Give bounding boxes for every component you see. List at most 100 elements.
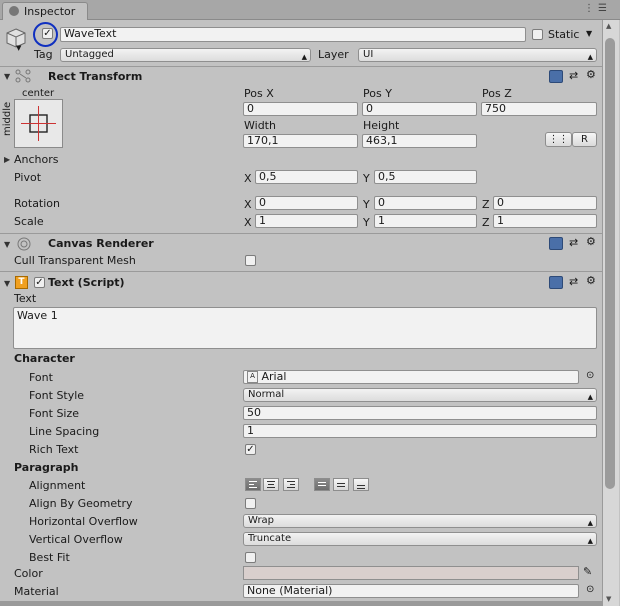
window-menu-icon[interactable]: ☰	[598, 3, 607, 14]
tag-dropdown[interactable]: Untagged ▲	[60, 48, 311, 62]
scale-z-field[interactable]: 1	[493, 214, 597, 228]
text-script-title: Text (Script)	[48, 276, 125, 289]
foldout-arrow-icon[interactable]: ▼	[4, 279, 10, 288]
preset-icon[interactable]: ⇄	[569, 69, 578, 82]
cube-dropdown-icon[interactable]: ▼	[16, 44, 21, 52]
canvas-renderer-title: Canvas Renderer	[48, 237, 154, 250]
font-size-field[interactable]: 50	[243, 406, 597, 420]
tab-inspector[interactable]: Inspector	[2, 2, 88, 20]
chevron-down-icon: ▲	[587, 53, 593, 61]
static-dropdown-icon[interactable]: ▼	[586, 29, 592, 38]
alignment-label: Alignment	[29, 479, 86, 492]
line-spacing-field[interactable]: 1	[243, 424, 597, 438]
align-middle-icon	[337, 483, 345, 489]
text-enabled-checkbox[interactable]: ✓	[34, 277, 45, 288]
align-top-icon	[318, 482, 326, 488]
posx-label: Pos X	[244, 87, 274, 100]
blueprint-icon: ⋮⋮	[548, 134, 569, 145]
help-icon[interactable]	[549, 70, 563, 83]
eyedropper-icon[interactable]: ✎	[583, 565, 592, 578]
object-name-field[interactable]: WaveText	[60, 27, 526, 42]
scale-z-label: Z	[482, 216, 490, 229]
align-bottom-icon	[357, 485, 365, 491]
object-picker-icon[interactable]: ⊙	[586, 370, 594, 381]
scale-x-field[interactable]: 1	[255, 214, 358, 228]
width-field[interactable]: 170,1	[243, 134, 358, 148]
posz-label: Pos Z	[482, 87, 512, 100]
help-icon[interactable]	[549, 276, 563, 289]
rot-y-label: Y	[363, 198, 370, 211]
text-area[interactable]: Wave 1	[13, 307, 597, 349]
best-fit-label: Best Fit	[29, 551, 70, 564]
scale-y-field[interactable]: 1	[374, 214, 477, 228]
anchor-vertical-label: middle	[2, 101, 13, 136]
chevron-down-icon: ▲	[301, 53, 307, 61]
v-overflow-dropdown[interactable]: Truncate ▲	[243, 532, 597, 546]
preset-icon[interactable]: ⇄	[569, 236, 578, 249]
rich-text-checkbox[interactable]: ✓	[245, 444, 256, 455]
scale-y-label: Y	[363, 216, 370, 229]
object-picker-icon[interactable]: ⊙	[586, 584, 594, 595]
window-options-icon[interactable]: ⋮	[584, 3, 594, 14]
font-style-label: Font Style	[29, 389, 85, 402]
foldout-arrow-icon[interactable]: ▼	[4, 240, 10, 249]
align-center-button[interactable]	[263, 478, 279, 491]
rot-x-field[interactable]: 0	[255, 196, 358, 210]
scroll-down-icon[interactable]: ▼	[606, 595, 611, 603]
color-swatch[interactable]	[243, 566, 579, 580]
anchors-foldout-icon[interactable]: ▶	[4, 155, 10, 164]
gear-icon[interactable]: ⚙	[586, 274, 596, 287]
height-label: Height	[363, 119, 400, 132]
align-center-icon	[267, 481, 275, 490]
preset-icon[interactable]: ⇄	[569, 275, 578, 288]
posx-field[interactable]: 0	[243, 102, 358, 116]
best-fit-checkbox[interactable]	[245, 552, 256, 563]
pivot-x-field[interactable]: 0,5	[255, 170, 358, 184]
rotation-label: Rotation	[14, 197, 61, 210]
h-overflow-label: Horizontal Overflow	[29, 515, 138, 528]
font-label: Font	[29, 371, 53, 384]
layer-dropdown[interactable]: UI ▲	[358, 48, 597, 62]
text-component-icon: T	[15, 276, 28, 289]
h-overflow-dropdown[interactable]: Wrap ▲	[243, 514, 597, 528]
align-geometry-checkbox[interactable]	[245, 498, 256, 509]
align-top-button[interactable]	[314, 478, 330, 491]
rot-z-label: Z	[482, 198, 490, 211]
chevron-down-icon: ▲	[587, 393, 593, 401]
canvas-renderer-icon	[16, 237, 32, 251]
rot-z-field[interactable]: 0	[493, 196, 597, 210]
align-bottom-button[interactable]	[353, 478, 369, 491]
pivot-label: Pivot	[14, 171, 42, 184]
posy-label: Pos Y	[363, 87, 392, 100]
font-field[interactable]: A Arial	[243, 370, 579, 384]
align-geometry-label: Align By Geometry	[29, 497, 133, 510]
posz-field[interactable]: 750	[481, 102, 597, 116]
rot-y-field[interactable]: 0	[374, 196, 477, 210]
static-checkbox[interactable]	[532, 29, 543, 40]
gear-icon[interactable]: ⚙	[586, 235, 596, 248]
next-component-edge	[0, 601, 602, 606]
align-middle-button[interactable]	[333, 478, 349, 491]
gear-icon[interactable]: ⚙	[586, 68, 596, 81]
pivot-y-field[interactable]: 0,5	[374, 170, 477, 184]
anchor-horizontal-label: center	[22, 88, 55, 99]
rect-transform-title: Rect Transform	[48, 70, 143, 83]
height-field[interactable]: 463,1	[362, 134, 477, 148]
material-field[interactable]: None (Material)	[243, 584, 579, 598]
posy-field[interactable]: 0	[362, 102, 477, 116]
character-heading: Character	[14, 352, 75, 365]
rot-x-label: X	[244, 198, 252, 211]
color-label: Color	[14, 567, 43, 580]
scroll-up-icon[interactable]: ▲	[606, 22, 611, 30]
object-active-checkbox[interactable]: ✓	[42, 28, 53, 39]
raw-edit-button[interactable]: R	[572, 132, 597, 147]
cull-checkbox[interactable]	[245, 255, 256, 266]
scrollbar-thumb[interactable]	[605, 38, 615, 489]
font-style-dropdown[interactable]: Normal ▲	[243, 388, 597, 402]
foldout-arrow-icon[interactable]: ▼	[4, 72, 10, 81]
anchor-preset-button[interactable]	[14, 99, 63, 148]
blueprint-mode-button[interactable]: ⋮⋮	[545, 132, 572, 147]
help-icon[interactable]	[549, 237, 563, 250]
align-left-button[interactable]	[245, 478, 261, 491]
align-right-button[interactable]	[283, 478, 299, 491]
